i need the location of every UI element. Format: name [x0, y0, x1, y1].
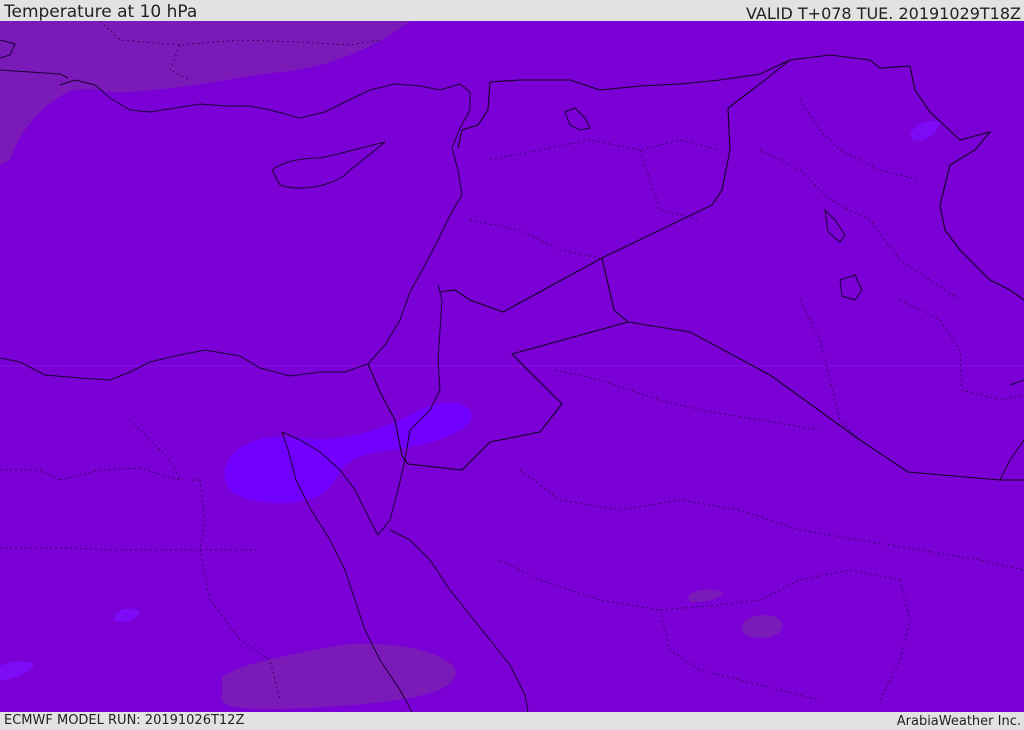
credit-text: ArabiaWeather Inc. [896, 714, 1021, 729]
map-canvas[interactable] [0, 21, 1024, 712]
field-base [0, 21, 1024, 712]
header-bar: Temperature at 10 hPa VALID T+078 TUE. 2… [0, 0, 1024, 23]
temperature-map [0, 21, 1024, 712]
model-run: ECMWF MODEL RUN: 20191026T12Z [4, 713, 245, 728]
map-title: Temperature at 10 hPa [4, 2, 198, 22]
footer-bar: ECMWF MODEL RUN: 20191026T12Z ArabiaWeat… [0, 712, 1024, 729]
